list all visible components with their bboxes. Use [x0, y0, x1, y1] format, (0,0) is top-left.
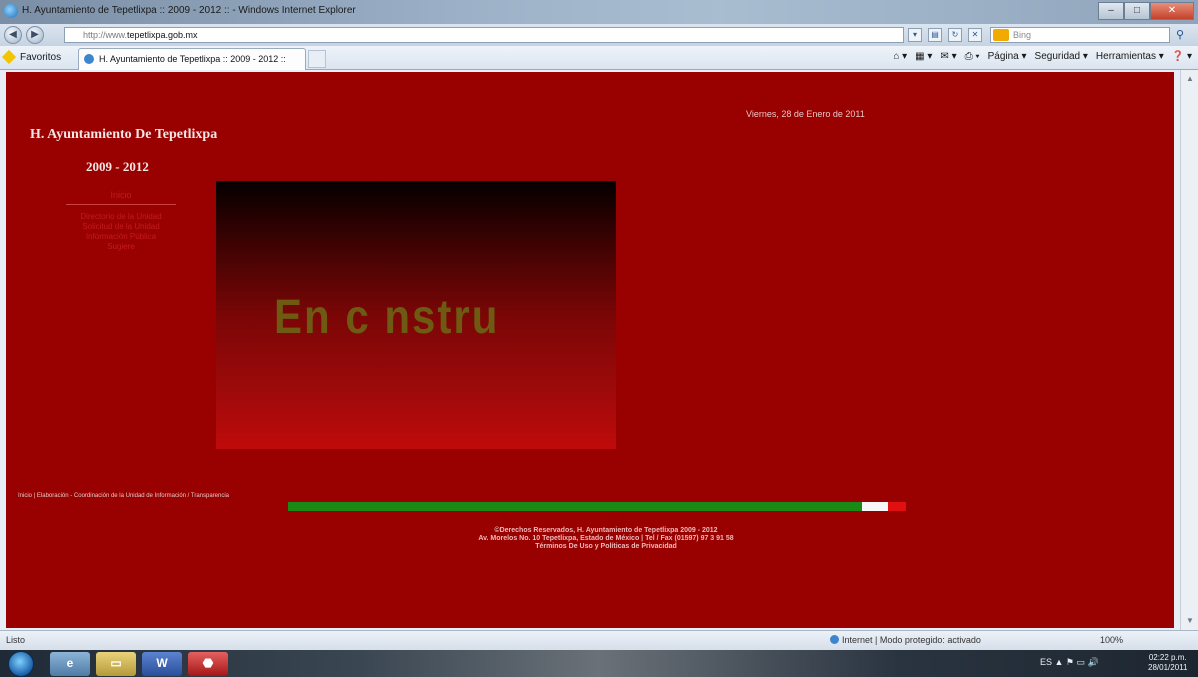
tab-title: H. Ayuntamiento de Tepetlixpa :: 2009 - … [99, 54, 286, 64]
menu-link[interactable]: Información Pública [66, 232, 176, 242]
bing-logo-icon [993, 29, 1009, 41]
command-bar: ⌂ ▾ ▦ ▾ ✉ ▾ ⎙ ▾ Página ▾ Seguridad ▾ Her… [893, 51, 1192, 62]
menu-link[interactable]: Sugiere [66, 242, 176, 252]
word-icon: W [156, 656, 168, 670]
stop-icon[interactable]: ✕ [968, 28, 982, 42]
security-zone[interactable]: Internet | Modo protegido: activado [830, 635, 981, 645]
flag-green-stripe [288, 502, 862, 511]
forward-arrow-icon[interactable]: ▶ [26, 26, 44, 44]
footer-address: Av. Morelos No. 10 Tepetlixpa, Estado de… [478, 535, 734, 542]
maximize-button[interactable]: □ [1124, 2, 1150, 20]
address-input[interactable]: http://www.tepetlixpa.gob.mx [64, 27, 904, 43]
mail-icon[interactable]: ✉ ▾ [940, 51, 956, 62]
system-tray[interactable]: ES ▲ ⚑ ▭ 🔊 [1040, 657, 1099, 668]
window-titlebar: H. Ayuntamiento de Tepetlixpa :: 2009 - … [0, 0, 1198, 24]
window-controls: – □ ✕ [1098, 2, 1194, 20]
taskbar: e ▭ W ⬣ ES ▲ ⚑ ▭ 🔊 02:22 p.m. 28/01/2011 [0, 650, 1198, 677]
zoom-level[interactable]: 100% [1100, 635, 1123, 645]
url-prefix: http://www. [83, 30, 128, 40]
vertical-scrollbar[interactable]: ▲ ▼ [1180, 70, 1198, 630]
taskbar-pdf-reader[interactable]: ⬣ [188, 652, 228, 676]
compat-page-icon[interactable]: ▤ [928, 28, 942, 42]
menu-link[interactable]: Directorio de la Unidad [66, 212, 176, 222]
under-construction-banner: En c nstru [216, 181, 616, 449]
search-icon[interactable]: ⚲ [1176, 28, 1184, 41]
page-icon [84, 54, 94, 64]
scroll-up-icon[interactable]: ▲ [1184, 73, 1196, 85]
side-menu: Directorio de la Unidad Solicitud de la … [66, 212, 176, 252]
tab-current[interactable]: H. Ayuntamiento de Tepetlixpa :: 2009 - … [78, 48, 306, 70]
minimize-button[interactable]: – [1098, 2, 1124, 20]
new-tab-button[interactable] [308, 50, 326, 68]
scroll-down-icon[interactable]: ▼ [1184, 615, 1196, 627]
site-years: 2009 - 2012 [86, 159, 149, 174]
help-icon[interactable]: ❓ ▾ [1172, 51, 1192, 62]
footer-copyright: ©Derechos Reservados, H. Ayuntamiento de… [494, 527, 718, 534]
menu-link[interactable]: Solicitud de la Unidad [66, 222, 176, 232]
favorites-toolbar: Favoritos H. Ayuntamiento de Tepetlixpa … [0, 46, 1198, 70]
taskbar-internet-explorer[interactable]: e [50, 652, 90, 676]
flag-red-stripe [888, 502, 906, 511]
home-icon[interactable]: ⌂ ▾ [893, 51, 907, 62]
footer-terms-link[interactable]: Términos De Uso y Políticas de Privacida… [386, 543, 826, 551]
status-bar: Listo Internet | Modo protegido: activad… [0, 630, 1198, 650]
clock-date: 28/01/2011 [1148, 663, 1188, 672]
footer: ©Derechos Reservados, H. Ayuntamiento de… [386, 527, 826, 551]
compat-view-icon[interactable]: ▾ [908, 28, 922, 42]
page-viewport: Viernes, 28 de Enero de 2011 H. Ayuntami… [0, 70, 1198, 630]
close-button[interactable]: ✕ [1150, 2, 1194, 20]
menu-divider [66, 204, 176, 205]
url-host: tepetlixpa.gob.mx [127, 30, 198, 40]
web-page: Viernes, 28 de Enero de 2011 H. Ayuntami… [6, 72, 1174, 628]
clock-time: 02:22 p.m. [1148, 653, 1187, 662]
command-security[interactable]: Seguridad ▾ [1035, 51, 1088, 62]
command-tools[interactable]: Herramientas ▾ [1096, 51, 1164, 62]
menu-link-inicio[interactable]: Inicio [66, 190, 176, 200]
bottom-nav-links[interactable]: Inicio | Elaboración - Coordinación de l… [18, 493, 229, 499]
back-arrow-icon[interactable]: ◀ [4, 26, 22, 44]
flag-color-bar [288, 502, 906, 511]
banner-text: En c nstru [274, 289, 500, 344]
taskbar-explorer[interactable]: ▭ [96, 652, 136, 676]
clock[interactable]: 02:22 p.m. 28/01/2011 [1148, 653, 1187, 673]
favorites-star-icon[interactable] [1, 49, 17, 65]
internet-explorer-icon [4, 4, 18, 18]
pdf-icon: ⬣ [202, 656, 214, 670]
favorites-button[interactable]: Favoritos [20, 52, 61, 63]
taskbar-word[interactable]: W [142, 652, 182, 676]
address-tools: ▾ ▤ ↻ ✕ [908, 28, 982, 42]
site-title: H. Ayuntamiento De Tepetlixpa [30, 127, 218, 142]
internet-explorer-icon: e [66, 656, 74, 670]
globe-icon [830, 635, 839, 644]
refresh-icon[interactable]: ↻ [948, 28, 962, 42]
start-button[interactable] [8, 651, 34, 677]
feeds-icon[interactable]: ▦ ▾ [915, 51, 932, 62]
print-icon[interactable]: ⎙ ▾ [965, 51, 980, 62]
search-input[interactable]: Bing [990, 27, 1170, 43]
flag-white-stripe [862, 502, 888, 511]
status-text: Listo [6, 635, 26, 645]
zone-text: Internet | Modo protegido: activado [842, 635, 981, 645]
current-date: Viernes, 28 de Enero de 2011 [746, 109, 865, 119]
folder-icon: ▭ [110, 656, 122, 670]
command-page[interactable]: Página ▾ [988, 51, 1027, 62]
search-placeholder: Bing [1013, 30, 1032, 40]
address-toolbar: ◀ ▶ http://www.tepetlixpa.gob.mx ▾ ▤ ↻ ✕… [0, 24, 1198, 46]
window-title: H. Ayuntamiento de Tepetlixpa :: 2009 - … [22, 5, 356, 16]
